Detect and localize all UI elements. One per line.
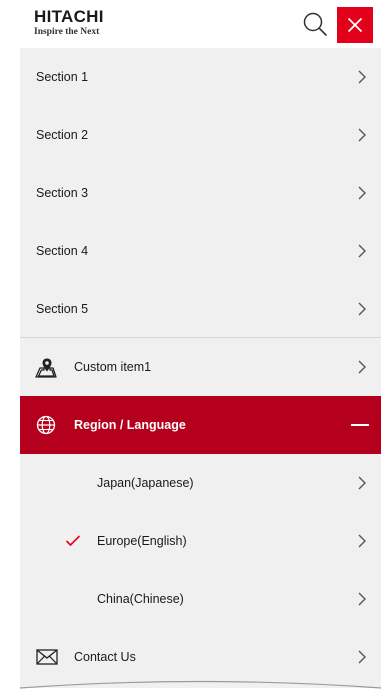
- chevron-right-icon: [358, 534, 366, 548]
- collapse-minus-icon: [351, 424, 369, 426]
- region-option-label: Japan(Japanese): [97, 476, 194, 490]
- logo-tagline: Inspire the Next: [34, 27, 100, 37]
- menu-item-label: Section 1: [36, 70, 89, 84]
- chevron-right-icon: [358, 128, 366, 142]
- menu-item-region-language[interactable]: Region / Language: [20, 396, 381, 454]
- menu-item-label: Section 5: [36, 301, 89, 316]
- search-icon: [303, 12, 327, 36]
- menu-item-label: Section 3: [36, 186, 89, 200]
- region-option-label: Europe(English): [97, 534, 187, 548]
- region-option-japan[interactable]: Japan(Japanese): [20, 454, 381, 512]
- hitachi-logo[interactable]: HITACHI Inspire the Next: [34, 8, 104, 38]
- chevron-right-icon: [358, 650, 366, 664]
- menu-item-label: Section 4: [36, 244, 89, 258]
- close-icon: [347, 17, 363, 33]
- chevron-right-icon: [358, 360, 366, 374]
- search-button[interactable]: [301, 10, 329, 38]
- navigation-menu: Section 1 Section 2 Section 3 Section 4 …: [20, 48, 381, 688]
- menu-item-custom-item1[interactable]: Custom item1: [20, 338, 381, 396]
- header: HITACHI Inspire the Next: [0, 0, 383, 48]
- envelope-icon: [36, 649, 58, 665]
- menu-item-section-2[interactable]: Section 2: [20, 106, 381, 164]
- chevron-right-icon: [358, 302, 366, 315]
- checkmark-icon: [65, 535, 81, 547]
- menu-item-section-1[interactable]: Section 1: [20, 48, 381, 106]
- region-option-china[interactable]: China(Chinese): [20, 570, 381, 628]
- chevron-right-icon: [358, 186, 366, 200]
- close-button[interactable]: [337, 7, 373, 43]
- region-option-europe[interactable]: Europe(English): [20, 512, 381, 570]
- menu-item-section-5[interactable]: Section 5: [20, 280, 381, 338]
- menu-item-section-3[interactable]: Section 3: [20, 164, 381, 222]
- map-pin-icon: [35, 358, 57, 378]
- menu-item-label: Section 2: [36, 128, 89, 142]
- menu-item-label: Custom item1: [74, 360, 152, 374]
- chevron-right-icon: [358, 244, 366, 258]
- chevron-right-icon: [358, 70, 366, 84]
- menu-item-label: Region / Language: [74, 418, 186, 432]
- menu-item-contact-us[interactable]: Contact Us: [20, 628, 381, 686]
- globe-icon: [36, 415, 56, 435]
- menu-item-label: Contact Us: [74, 650, 136, 664]
- chevron-right-icon: [358, 592, 366, 606]
- logo-main-text: HITACHI: [34, 7, 104, 26]
- region-option-label: China(Chinese): [97, 592, 184, 606]
- menu-item-section-4[interactable]: Section 4: [20, 222, 381, 280]
- chevron-right-icon: [358, 476, 366, 490]
